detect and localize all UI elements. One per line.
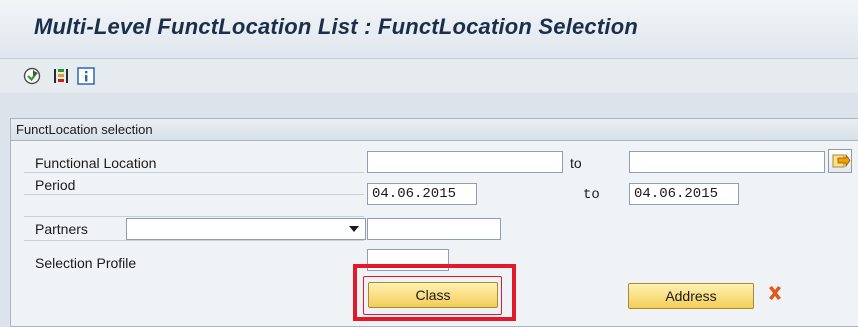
chevron-down-icon[interactable]: [349, 226, 359, 232]
row-divider: [24, 216, 364, 217]
multiple-selection-button[interactable]: [828, 149, 852, 173]
delete-icon[interactable]: [767, 285, 783, 301]
functional-location-to-label: to: [570, 155, 582, 171]
period-label: Period: [35, 177, 76, 193]
selection-profile-label: Selection Profile: [35, 255, 137, 271]
partners-input[interactable]: [367, 218, 501, 240]
highlight-box: [353, 264, 516, 321]
execute-icon[interactable]: [23, 67, 41, 85]
partners-label: Partners: [35, 221, 88, 237]
functional-location-from-input[interactable]: [367, 151, 563, 173]
hierarchy-list-icon[interactable]: [52, 67, 70, 85]
row-divider: [24, 240, 364, 241]
window-title: Multi-Level FunctLocation List : FunctLo…: [34, 14, 638, 39]
functional-location-label: Functional Location: [35, 155, 157, 171]
period-to-input[interactable]: 04.06.2015: [629, 183, 739, 205]
application-toolbar: [0, 59, 858, 93]
panel-header: FunctLocation selection: [11, 119, 858, 141]
multiple-selection-icon: [832, 153, 851, 168]
functional-location-to-input[interactable]: [629, 151, 825, 173]
address-button[interactable]: Address: [628, 283, 754, 309]
row-divider: [24, 194, 364, 195]
row-divider: [24, 172, 364, 173]
partners-function-dropdown[interactable]: [126, 218, 366, 240]
panel-title: FunctLocation selection: [16, 122, 153, 137]
period-to-label: to: [583, 187, 600, 203]
info-icon[interactable]: [77, 67, 95, 85]
period-from-input[interactable]: 04.06.2015: [367, 183, 477, 205]
title-bar: Multi-Level FunctLocation List : FunctLo…: [0, 0, 858, 59]
